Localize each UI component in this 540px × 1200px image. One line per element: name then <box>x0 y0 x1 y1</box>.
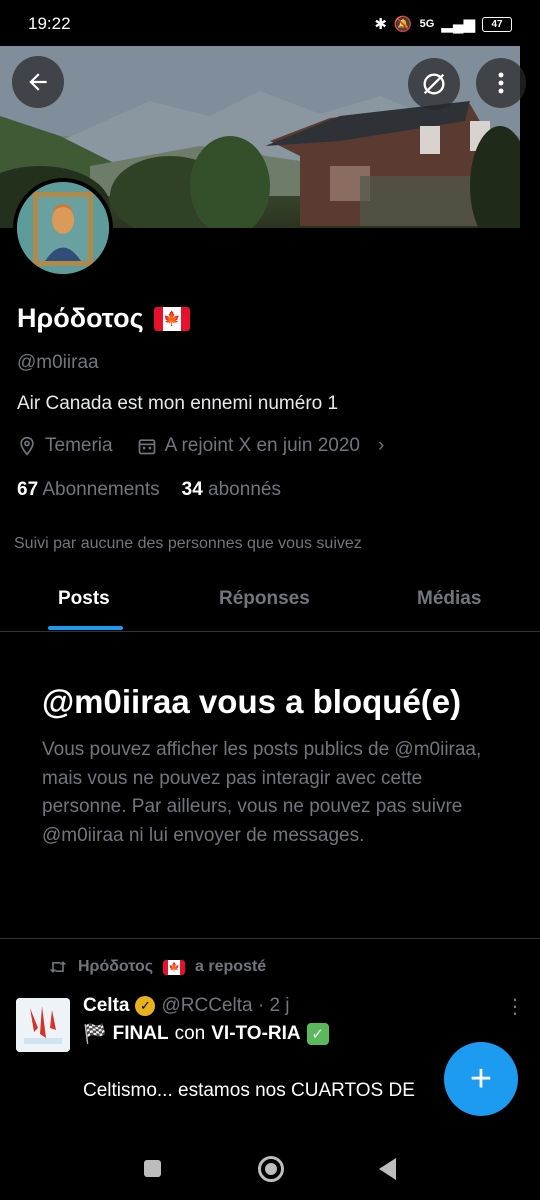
post-more-icon[interactable]: ⋮ <box>505 994 525 1019</box>
more-vertical-icon <box>498 72 504 94</box>
divider <box>0 938 540 939</box>
location-icon <box>20 436 34 456</box>
compose-button[interactable]: + <box>444 1042 518 1116</box>
status-bar: 19:22 ✱ 🔕 5G ▂▄▆ 47 <box>0 0 540 48</box>
back-nav-button[interactable] <box>379 1158 396 1180</box>
followers-count: 34 <box>181 479 203 500</box>
profile-location: Temeria <box>45 435 113 456</box>
post-author-name[interactable]: Celta <box>83 995 129 1017</box>
system-nav-bar <box>0 1136 540 1200</box>
canada-flag-icon: 🍁 <box>163 959 186 975</box>
post-victory-word: VI-TO-RIA <box>211 1023 301 1044</box>
post-header: Celta ✓ @RCCelta · 2 j <box>83 995 290 1017</box>
network-label: 5G <box>419 18 435 30</box>
status-icons: ✱ 🔕 5G ▂▄▆ 47 <box>374 15 512 33</box>
hide-banner-button[interactable] <box>408 58 460 110</box>
calendar-icon <box>138 439 155 455</box>
battery-level: 47 <box>491 18 503 30</box>
display-name: Ηρόδοτος 🍁 <box>17 303 190 334</box>
battery-icon: 47 <box>482 16 512 32</box>
canada-flag-icon: 🍁 <box>153 306 190 331</box>
back-button[interactable] <box>12 56 64 108</box>
repost-indicator: Ηρόδοτος 🍁 a reposté <box>48 958 266 976</box>
bluetooth-icon: ✱ <box>374 16 387 33</box>
display-name-text: Ηρόδοτος <box>17 303 144 333</box>
repost-name: Ηρόδοτος <box>78 958 154 975</box>
arrow-left-icon <box>29 73 47 91</box>
follow-stats: 67 Abonnements 34 abonnés <box>17 479 281 501</box>
followers-label: abonnés <box>208 479 281 500</box>
tab-posts[interactable]: Posts <box>58 588 110 610</box>
blocked-title: @m0iiraa vous a bloqué(e) <box>42 683 462 720</box>
repost-icon <box>49 961 67 973</box>
followers-link[interactable]: 34 abonnés <box>182 479 281 501</box>
followed-by-note: Suivi par aucune des personnes que vous … <box>14 535 362 552</box>
following-link[interactable]: 67 Abonnements <box>17 479 160 501</box>
profile-handle: @m0iiraa <box>17 352 99 373</box>
post-text-line2: Celtismo... estamos nos CUARTOS DE! <box>83 1080 500 1102</box>
following-label: Abonnements <box>42 479 160 500</box>
active-tab-indicator <box>48 626 123 630</box>
post-final-word: FINAL <box>112 1023 169 1044</box>
blocked-message: Vous pouvez afficher les posts publics d… <box>42 739 482 846</box>
avatar-image <box>17 182 109 274</box>
post-handle-time: @RCCelta · 2 j <box>161 995 290 1016</box>
post-author-avatar[interactable] <box>16 998 70 1052</box>
check-mark-icon: ✓ <box>306 1023 329 1045</box>
verified-badge-icon: ✓ <box>135 996 156 1016</box>
status-time: 19:22 <box>28 14 71 33</box>
eye-off-icon <box>423 73 445 95</box>
profile-joined: A rejoint X en juin 2020 <box>164 435 360 456</box>
chevron-right-icon[interactable]: › <box>378 435 384 457</box>
tab-media[interactable]: Médias <box>417 588 481 610</box>
plus-icon: + <box>469 1057 493 1100</box>
tab-replies[interactable]: Réponses <box>219 588 310 610</box>
more-options-button[interactable] <box>476 58 526 108</box>
signal-icon: ▂▄▆ <box>441 16 475 33</box>
profile-meta: Temeria A rejoint X en juin 2020 › <box>17 435 384 457</box>
checkered-flag-icon: 🏁 <box>83 1024 107 1045</box>
post-line2-text: Celtismo... estamos nos CUARTOS DE <box>83 1080 415 1101</box>
recent-apps-button[interactable] <box>144 1160 161 1177</box>
profile-tabs: Posts Réponses Médias <box>0 570 540 632</box>
post-con-word: con <box>174 1023 206 1044</box>
repost-label: a reposté <box>195 958 267 975</box>
avatar[interactable] <box>13 178 113 278</box>
mute-icon: 🔕 <box>393 16 413 33</box>
home-button[interactable] <box>258 1156 284 1182</box>
post-text-line1: 🏁 FINAL con VI-TO-RIA ✓ <box>83 1022 329 1046</box>
following-count: 67 <box>17 479 39 500</box>
profile-bio: Air Canada est mon ennemi numéro 1 <box>17 393 339 414</box>
